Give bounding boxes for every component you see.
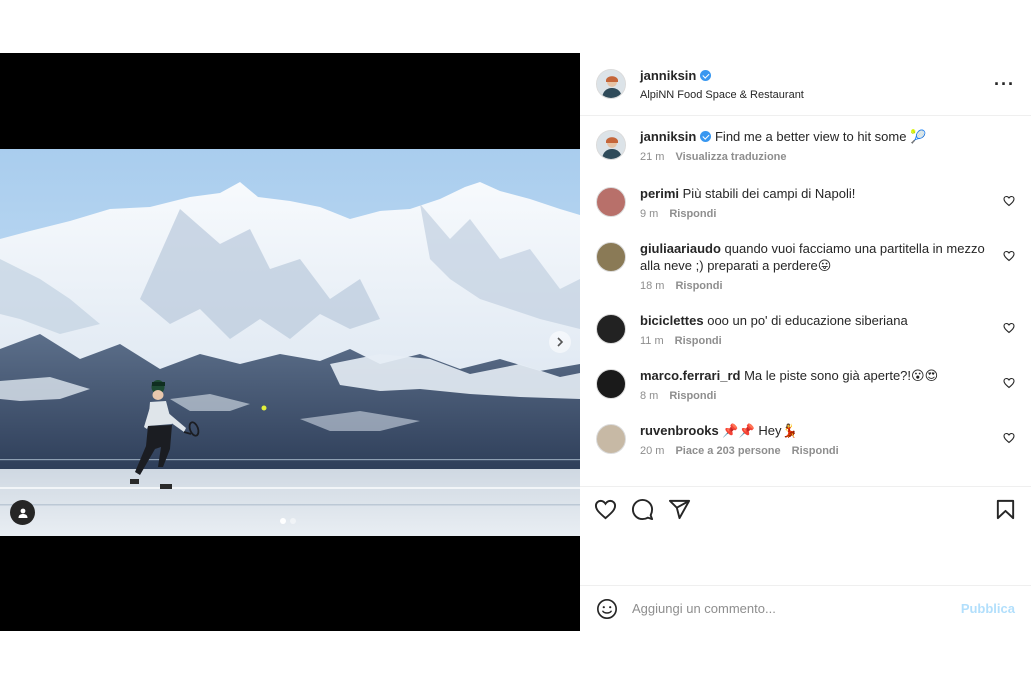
more-options-icon[interactable]: ··· — [994, 74, 1015, 95]
caption-time[interactable]: 21 m — [640, 151, 664, 163]
post-actions-bar — [580, 486, 1031, 532]
caption-avatar[interactable] — [596, 130, 626, 160]
spacer-area — [580, 532, 1031, 585]
author-avatar-image — [597, 70, 625, 98]
carousel-dot — [290, 518, 296, 524]
post-photo[interactable] — [0, 149, 580, 536]
post-dialog: janniksin AlpiNN Food Space & Restaurant… — [0, 53, 1031, 631]
like-comment-heart-icon[interactable] — [1003, 432, 1015, 444]
reply-button[interactable]: Rispondi — [792, 445, 839, 457]
post-location[interactable]: AlpiNN Food Space & Restaurant — [640, 89, 994, 101]
comment-input[interactable] — [632, 601, 961, 616]
comment-bubble-icon[interactable] — [631, 498, 654, 521]
comment-time[interactable]: 9 m — [640, 208, 658, 220]
author-username[interactable]: janniksin — [640, 68, 696, 83]
commenter-avatar[interactable] — [596, 242, 626, 272]
reply-button[interactable]: Rispondi — [669, 208, 716, 220]
carousel-dot — [280, 518, 286, 524]
tagged-users-button[interactable] — [10, 500, 35, 525]
publish-button[interactable]: Pubblica — [961, 601, 1015, 616]
comment-username[interactable]: marco.ferrari_rd — [640, 368, 740, 383]
commenter-avatar[interactable] — [596, 424, 626, 454]
comments-list[interactable]: janniksin Find me a better view to hit s… — [580, 116, 1031, 486]
comment-time[interactable]: 11 m — [640, 335, 664, 347]
comment-composer: Pubblica — [580, 585, 1031, 631]
like-comment-heart-icon[interactable] — [1003, 377, 1015, 389]
verified-badge-icon — [700, 131, 712, 142]
commenter-avatar[interactable] — [596, 314, 626, 344]
comment-time[interactable]: 20 m — [640, 445, 664, 457]
comment-item: marco.ferrari_rd Ma le piste sono già ap… — [596, 367, 1015, 402]
next-photo-button[interactable] — [549, 331, 571, 353]
commenter-avatar[interactable] — [596, 369, 626, 399]
caption-avatar-image — [597, 131, 625, 159]
save-bookmark-icon[interactable] — [994, 498, 1017, 521]
share-send-icon[interactable] — [668, 498, 691, 521]
commenter-avatar[interactable] — [596, 187, 626, 217]
verified-badge-icon — [700, 70, 712, 81]
post-details-panel: janniksin AlpiNN Food Space & Restaurant… — [580, 53, 1031, 631]
like-heart-icon[interactable] — [594, 498, 617, 521]
comment-username[interactable]: giuliaariaudo — [640, 241, 721, 256]
user-tag-icon — [18, 508, 27, 518]
translate-link[interactable]: Visualizza traduzione — [675, 151, 786, 163]
chevron-right-icon — [557, 337, 564, 347]
like-comment-heart-icon[interactable] — [1003, 322, 1015, 334]
comment-item: perimi Più stabili dei campi di Napoli! … — [596, 185, 1015, 220]
comment-text: Più stabili dei campi di Napoli! — [682, 186, 856, 201]
caption-username[interactable]: janniksin — [640, 129, 696, 144]
comment-text: 📌📌 Hey💃 — [722, 423, 798, 438]
comment-time[interactable]: 18 m — [640, 280, 664, 292]
post-header: janniksin AlpiNN Food Space & Restaurant… — [580, 53, 1031, 116]
caption: janniksin Find me a better view to hit s… — [596, 128, 1015, 163]
comment-time[interactable]: 8 m — [640, 390, 658, 402]
reply-button[interactable]: Rispondi — [669, 390, 716, 402]
comment-likes[interactable]: Piace a 203 persone — [675, 445, 780, 457]
reply-button[interactable]: Rispondi — [675, 335, 722, 347]
caption-text: Find me a better view to hit some 🎾 — [714, 129, 927, 144]
comment-item: ruvenbrooks 📌📌 Hey💃 20 m Piace a 203 per… — [596, 422, 1015, 457]
comment-text: ooo un po' di educazione siberiana — [707, 313, 908, 328]
author-avatar[interactable] — [596, 69, 626, 99]
comment-item: biciclettes ooo un po' di educazione sib… — [596, 312, 1015, 347]
comment-username[interactable]: perimi — [640, 186, 679, 201]
like-comment-heart-icon[interactable] — [1003, 250, 1015, 262]
emoji-icon[interactable] — [596, 598, 618, 620]
reply-button[interactable]: Rispondi — [675, 280, 722, 292]
like-comment-heart-icon[interactable] — [1003, 195, 1015, 207]
comment-item: giuliaariaudo quando vuoi facciamo una p… — [596, 240, 1015, 292]
comment-text: Ma le piste sono già aperte?!😮😍 — [744, 368, 939, 383]
mountain-tennis-photo — [0, 149, 580, 536]
post-media — [0, 53, 580, 631]
carousel-indicator — [280, 518, 296, 524]
comment-username[interactable]: ruvenbrooks — [640, 423, 719, 438]
comment-username[interactable]: biciclettes — [640, 313, 704, 328]
